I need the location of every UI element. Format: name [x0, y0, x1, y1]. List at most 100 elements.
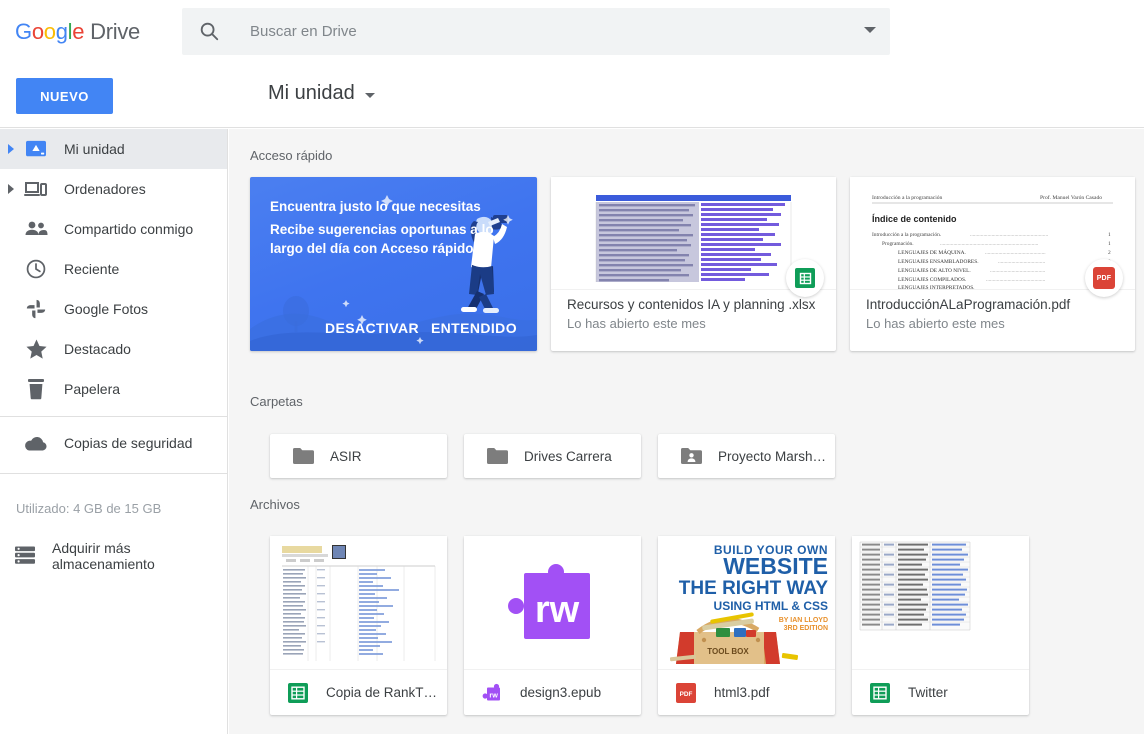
- svg-text:rw: rw: [535, 589, 580, 631]
- file-name: html3.pdf: [714, 685, 770, 700]
- folder-card-asir[interactable]: ASIR: [270, 434, 447, 478]
- spreadsheet-light-thumbnail-art: [270, 536, 447, 669]
- folder-icon: [486, 447, 508, 470]
- cover-line-3: THE RIGHT WAY: [679, 578, 829, 599]
- sidebar-item-compartido-conmigo[interactable]: Compartido conmigo: [0, 209, 227, 249]
- folders-section-label: Carpetas: [250, 394, 303, 409]
- svg-text:LENGUAJES INTERPRETADOS.: LENGUAJES INTERPRETADOS.: [898, 285, 975, 290]
- file-name: Twitter: [908, 685, 948, 700]
- main-content: Acceso rápido Encuentra justo lo que nec…: [229, 129, 1144, 734]
- folder-name: Proyecto Marsh…: [718, 448, 827, 464]
- svg-text:LENGUAJES COMPILADOS.: LENGUAJES COMPILADOS.: [898, 277, 966, 283]
- file-type-badge: PDF: [1085, 259, 1123, 297]
- clock-icon: [24, 257, 48, 281]
- storage-usage-text: Utilizado: 4 GB de 15 GB: [16, 501, 162, 516]
- expand-triangle-icon[interactable]: [8, 184, 14, 194]
- promo-dismiss-button[interactable]: DESACTIVAR: [319, 319, 425, 337]
- file-thumbnail: [270, 536, 447, 669]
- svg-text:Programación.: Programación.: [882, 241, 914, 247]
- pdf-icon: PDF: [675, 682, 697, 704]
- folder-name: Drives Carrera: [524, 448, 612, 464]
- sheets-icon: [869, 682, 891, 704]
- svg-text:..............................: ........................................…: [990, 268, 1045, 274]
- folder-card-proyecto-marsh[interactable]: Proyecto Marsh…: [658, 434, 835, 478]
- new-button[interactable]: NUEVO: [16, 78, 113, 114]
- svg-text:LENGUAJES ENSAMBLADORES.: LENGUAJES ENSAMBLADORES.: [898, 259, 979, 265]
- svg-text:..............................: ........................................…: [970, 232, 1048, 238]
- file-card-footer: rw design3.epub: [464, 669, 641, 715]
- search-options-chevron-down-icon[interactable]: [864, 27, 876, 33]
- svg-text:LENGUAJES DE MÁQUINA.: LENGUAJES DE MÁQUINA.: [898, 248, 966, 256]
- star-icon: [24, 337, 48, 361]
- search-input[interactable]: [248, 8, 818, 55]
- quick-access-file-card[interactable]: Introducción a la programación Prof. Man…: [850, 177, 1135, 351]
- svg-text:1: 1: [1108, 241, 1111, 247]
- svg-text:2: 2: [1108, 250, 1111, 256]
- folder-name: ASIR: [330, 448, 362, 464]
- sidebar: Mi unidad Ordenadores Compartido conmigo: [0, 129, 228, 734]
- cover-line-2: WEBSITE: [723, 553, 828, 579]
- file-name: IntroducciónALaProgramación.pdf: [866, 297, 1071, 312]
- folder-shared-icon: [680, 447, 702, 470]
- product-name: Drive: [90, 19, 140, 44]
- file-card-footer: PDF html3.pdf: [658, 669, 835, 715]
- quick-access-file-card[interactable]: Recursos y contenidos IA y planning .xls…: [551, 177, 836, 351]
- file-card-twitter[interactable]: Twitter: [852, 536, 1029, 715]
- buy-storage-button[interactable]: Adquirir más almacenamiento: [0, 536, 228, 576]
- cloud-icon: [24, 431, 48, 455]
- breadcrumb-label: Mi unidad: [268, 82, 355, 104]
- sidebar-item-destacado[interactable]: Destacado: [0, 329, 227, 369]
- svg-text:..............................: ........................................…: [986, 277, 1045, 283]
- file-name: Recursos y contenidos IA y planning .xls…: [567, 297, 816, 312]
- pdf-icon: PDF: [1093, 267, 1115, 289]
- google-drive-logo[interactable]: Google Drive: [15, 19, 140, 45]
- quick-access-section-label: Acceso rápido: [250, 148, 333, 163]
- file-card-design3-epub[interactable]: rw rw design3.epub: [464, 536, 641, 715]
- svg-text:PDF: PDF: [680, 691, 693, 698]
- file-meta: IntroducciónALaProgramación.pdf Lo has a…: [866, 297, 1070, 331]
- sidebar-item-reciente[interactable]: Reciente: [0, 249, 227, 289]
- computers-icon: [24, 177, 48, 201]
- trash-icon: [24, 377, 48, 401]
- cover-edition: 3RD EDITION: [784, 625, 828, 632]
- file-card-html3-pdf[interactable]: BUILD YOUR OWN WEBSITE THE RIGHT WAY USI…: [658, 536, 835, 715]
- svg-text:rw: rw: [489, 690, 498, 699]
- file-subtitle: Lo has abierto este mes: [866, 316, 1005, 331]
- file-meta: Recursos y contenidos IA y planning .xls…: [567, 297, 815, 331]
- svg-text:Introducción a la programación: Introducción a la programación.: [872, 232, 941, 238]
- sub-bar: NUEVO Mi unidad: [0, 64, 1144, 128]
- file-card-copia-de-rankt[interactable]: Copia de RankT…: [270, 536, 447, 715]
- buy-storage-label: Adquirir más almacenamiento: [52, 540, 155, 572]
- file-name: Copia de RankT…: [326, 685, 438, 700]
- file-thumbnail: BUILD YOUR OWN WEBSITE THE RIGHT WAY USI…: [658, 536, 835, 669]
- sidebar-item-label: Google Fotos: [64, 301, 149, 317]
- search-icon: [198, 20, 220, 42]
- sidebar-item-ordenadores[interactable]: Ordenadores: [0, 169, 227, 209]
- sidebar-divider-1: [0, 416, 227, 417]
- sidebar-divider-2: [0, 473, 227, 474]
- readwrite-puzzle-icon: rw: [481, 682, 503, 704]
- toolbox-label: TOOL BOX: [707, 647, 749, 656]
- sidebar-item-copias-de-seguridad[interactable]: Copias de seguridad: [0, 423, 227, 463]
- promo-title: Encuentra justo lo que necesitas: [270, 199, 481, 214]
- promo-subtitle: Recibe sugerencias oportunas a lo largo …: [270, 222, 494, 256]
- quick-access-promo-card: Encuentra justo lo que necesitas Recibe …: [250, 177, 537, 351]
- svg-text:Introducción a la programación: Introducción a la programación: [872, 195, 943, 201]
- sidebar-item-google-fotos[interactable]: Google Fotos: [0, 289, 227, 329]
- search-bar[interactable]: [182, 8, 890, 55]
- breadcrumb-chevron-down-icon[interactable]: [364, 93, 375, 98]
- svg-text:Índice de contenido: Índice de contenido: [872, 214, 957, 224]
- folder-card-drives-carrera[interactable]: Drives Carrera: [464, 434, 641, 478]
- sheets-icon: [287, 682, 309, 704]
- svg-text:..............................: ...................................: [998, 259, 1045, 265]
- svg-text:..............................: ........................................…: [940, 241, 1038, 247]
- sidebar-item-papelera[interactable]: Papelera: [0, 369, 227, 409]
- sidebar-item-mi-unidad[interactable]: Mi unidad: [0, 129, 227, 169]
- storage-drives-icon: [14, 545, 36, 567]
- promo-confirm-button[interactable]: ENTENDIDO: [425, 319, 523, 337]
- files-section-label: Archivos: [250, 497, 300, 512]
- cover-line-4: USING HTML & CSS: [714, 599, 828, 613]
- spreadsheet-links-thumbnail-art: [852, 536, 1029, 669]
- expand-triangle-icon[interactable]: [8, 144, 14, 154]
- breadcrumb[interactable]: Mi unidad: [268, 82, 375, 105]
